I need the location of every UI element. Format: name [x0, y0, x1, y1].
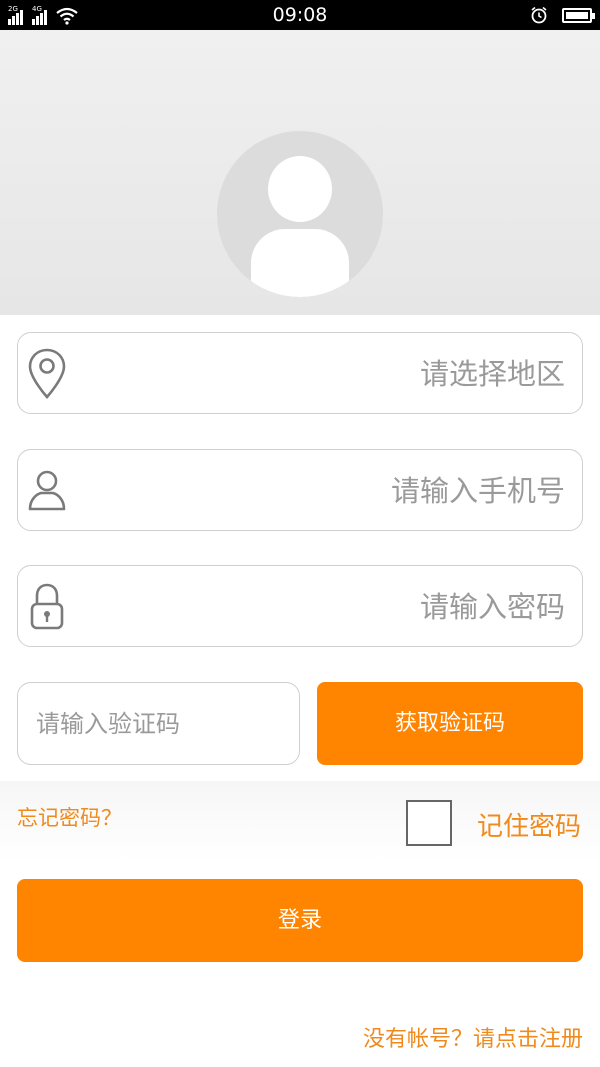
region-placeholder: 请选择地区 [419, 357, 565, 391]
forgot-password-link[interactable]: 忘记密码？ [17, 802, 122, 832]
status-bar: 2G 4G 09:08 [0, 0, 600, 30]
battery-icon [562, 7, 595, 23]
avatar [217, 131, 383, 297]
verification-code-input[interactable]: 请输入验证码 [17, 682, 300, 765]
get-code-button[interactable]: 获取验证码 [317, 682, 583, 765]
avatar-head [268, 156, 332, 222]
remember-password-label[interactable]: 记住密码 [477, 806, 581, 843]
phone-placeholder: 请输入手机号 [390, 474, 565, 508]
code-placeholder: 请输入验证码 [36, 710, 180, 738]
register-link[interactable]: 没有帐号？请点击注册 [363, 1021, 583, 1053]
clock: 09:08 [272, 4, 328, 26]
remember-password-checkbox[interactable] [406, 800, 452, 846]
login-button[interactable]: 登录 [17, 879, 583, 962]
region-select[interactable]: 请选择地区 [17, 332, 583, 414]
profile-header [0, 30, 600, 315]
location-pin-icon [28, 348, 66, 399]
user-icon [28, 470, 66, 511]
phone-input[interactable]: 请输入手机号 [17, 449, 583, 531]
lock-icon [30, 583, 64, 630]
avatar-body [251, 229, 349, 297]
status-right [530, 5, 595, 25]
password-input[interactable]: 请输入密码 [17, 565, 583, 647]
password-placeholder: 请输入密码 [419, 590, 565, 624]
alarm-icon [531, 6, 547, 24]
